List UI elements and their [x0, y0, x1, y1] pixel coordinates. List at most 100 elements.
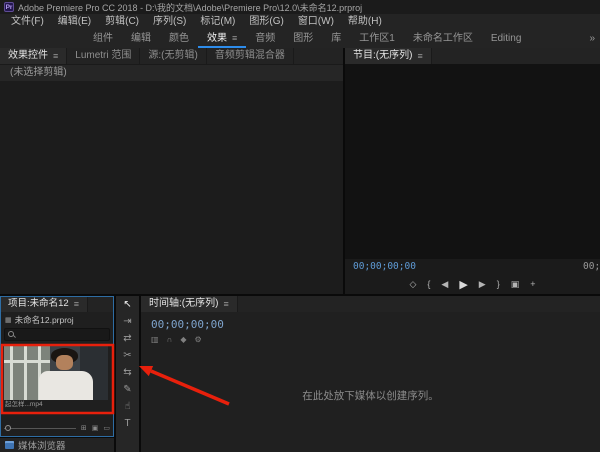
- title-bar: Pr Adobe Premiere Pro CC 2018 - D:\我的文档\…: [0, 0, 600, 14]
- duration-timecode: 00;00;00;00: [583, 261, 600, 272]
- menu-help[interactable]: 帮助(H): [341, 14, 389, 30]
- add-marker-button[interactable]: ◇: [409, 279, 416, 290]
- media-browser-tab[interactable]: 媒体浏览器: [0, 438, 114, 452]
- mark-in-button[interactable]: {: [427, 279, 430, 289]
- premiere-app-window: Pr Adobe Premiere Pro CC 2018 - D:\我的文档\…: [0, 0, 600, 452]
- program-tabstrip: 节目:(无序列) ≡: [345, 48, 600, 64]
- panel-menu-icon[interactable]: ≡: [223, 296, 228, 312]
- new-bin-icon[interactable]: ⊞: [81, 423, 87, 434]
- workspace-menu-icon[interactable]: ≡: [232, 30, 237, 47]
- thumbnail-window-frame: [24, 346, 27, 400]
- timeline-settings-icon[interactable]: ⚙: [194, 335, 201, 344]
- tab-lumetri-scopes[interactable]: Lumetri 范围: [67, 48, 140, 64]
- workspace-edit[interactable]: 编辑: [122, 30, 160, 48]
- track-select-tool-icon[interactable]: ⇥: [123, 316, 131, 328]
- clip-name-caption: 起怎样...mp4: [0, 400, 114, 409]
- project-file-name: 未命名12.prproj: [15, 314, 74, 326]
- ripple-edit-tool-icon[interactable]: ⇄: [123, 333, 131, 345]
- timeline-timecode[interactable]: 00;00;00;00: [141, 312, 600, 331]
- window-title: Adobe Premiere Pro CC 2018 - D:\我的文档\Ado…: [18, 1, 362, 14]
- current-timecode[interactable]: 00;00;00;00: [353, 261, 416, 272]
- program-timecode-row: 00;00;00;00 00;00;00;00: [345, 259, 600, 274]
- razor-tool-icon[interactable]: ✂: [123, 350, 131, 362]
- clip-selector-bar[interactable]: (未选择剪辑): [0, 64, 343, 81]
- step-back-button[interactable]: ◀: [441, 279, 448, 290]
- workspace-graphics[interactable]: 图形: [284, 30, 322, 48]
- workspace-unnamed[interactable]: 未命名工作区: [404, 30, 482, 48]
- panel-menu-icon[interactable]: ≡: [417, 48, 422, 64]
- project-file-row[interactable]: ▦ 未命名12.prproj: [0, 312, 114, 327]
- panel-menu-icon[interactable]: ≡: [53, 48, 58, 64]
- menu-file[interactable]: 文件(F): [4, 14, 51, 30]
- delete-icon[interactable]: ▭: [103, 423, 110, 434]
- workspace-bar: 组件 编辑 颜色 效果 ≡ 音频 图形 库 工作区1 未命名工作区 Editin…: [0, 30, 600, 48]
- media-browser-icon: [5, 441, 14, 449]
- zoom-slider[interactable]: [4, 424, 76, 433]
- tab-timeline-label: 时间轴:(无序列): [149, 296, 218, 312]
- thumbnail-window-frame: [4, 360, 50, 363]
- play-button[interactable]: ▶: [459, 278, 467, 291]
- workspace-custom1[interactable]: 工作区1: [350, 30, 404, 48]
- zoom-slider-track: [4, 428, 76, 429]
- project-bottom-toolbar: ⊞ ▣ ▭: [4, 423, 110, 434]
- effect-controls-tabstrip: 效果控件 ≡ Lumetri 范围 源:(无剪辑) 音频剪辑混合器: [0, 48, 343, 64]
- project-file-icon: ▦: [5, 316, 12, 324]
- workspace-overflow-icon[interactable]: »: [589, 33, 595, 44]
- tab-program-monitor[interactable]: 节目:(无序列) ≡: [345, 48, 432, 64]
- step-forward-button[interactable]: ▶: [479, 279, 486, 290]
- workspace-effects[interactable]: 效果 ≡: [198, 30, 246, 48]
- workspace-editing-en[interactable]: Editing: [482, 30, 531, 48]
- thumbnail-window-frame: [10, 346, 13, 400]
- tools-panel: ↖ ⇥ ⇄ ✂ ⇆ ✎ ☝ T: [116, 296, 139, 452]
- panel-menu-icon[interactable]: ≡: [74, 296, 79, 312]
- hand-tool-icon[interactable]: ☝: [124, 401, 130, 413]
- search-icon: [8, 331, 16, 339]
- workspace-color[interactable]: 颜色: [160, 30, 198, 48]
- program-monitor-panel: 节目:(无序列) ≡ 00;00;00;00 00;00;00;00 ◇ { ◀…: [345, 48, 600, 294]
- export-frame-button[interactable]: ▣: [511, 279, 520, 290]
- project-panel: 项目:未命名12 ≡ ▦ 未命名12.prproj 起怎样...mp4: [0, 296, 114, 437]
- tab-project-label: 项目:未命名12: [8, 296, 69, 312]
- button-editor-button[interactable]: +: [530, 279, 535, 289]
- tab-source-monitor[interactable]: 源:(无剪辑): [140, 48, 206, 64]
- menu-bar: 文件(F) 编辑(E) 剪辑(C) 序列(S) 标记(M) 图形(G) 窗口(W…: [0, 14, 600, 30]
- new-item-icon[interactable]: ▣: [92, 423, 99, 434]
- workspace-assembly[interactable]: 组件: [84, 30, 122, 48]
- slip-tool-icon[interactable]: ⇆: [123, 367, 131, 379]
- transport-controls: ◇ { ◀ ▶ ▶ } ▣ +: [345, 274, 600, 294]
- menu-edit[interactable]: 编辑(E): [51, 14, 98, 30]
- workspace-effects-label: 效果: [207, 30, 227, 47]
- timeline-tabstrip: 时间轴:(无序列) ≡: [141, 296, 600, 312]
- menu-sequence[interactable]: 序列(S): [146, 14, 193, 30]
- tab-timeline[interactable]: 时间轴:(无序列) ≡: [141, 296, 238, 312]
- project-tabstrip: 项目:未命名12 ≡: [0, 296, 114, 312]
- clip-thumbnail[interactable]: [4, 346, 108, 400]
- tab-effect-controls[interactable]: 效果控件 ≡: [0, 48, 67, 64]
- menu-graphics[interactable]: 图形(G): [242, 14, 290, 30]
- thumbnail-person-face: [56, 355, 73, 370]
- zoom-slider-handle[interactable]: [5, 425, 11, 431]
- tab-project[interactable]: 项目:未命名12 ≡: [0, 296, 88, 312]
- menu-window[interactable]: 窗口(W): [291, 14, 341, 30]
- selection-tool-icon[interactable]: ↖: [123, 299, 131, 311]
- nest-toggle-icon[interactable]: ▥: [151, 335, 159, 344]
- add-marker-icon[interactable]: ◆: [180, 335, 186, 344]
- tab-program-label: 节目:(无序列): [353, 48, 412, 64]
- search-input[interactable]: [4, 328, 110, 341]
- thumbnail-person-shirt: [39, 371, 93, 400]
- mark-out-button[interactable]: }: [497, 279, 500, 289]
- media-browser-label: 媒体浏览器: [18, 438, 66, 452]
- program-video-area: [345, 64, 600, 259]
- tab-audio-clip-mixer[interactable]: 音频剪辑混合器: [207, 48, 294, 64]
- tab-effect-controls-label: 效果控件: [8, 48, 48, 64]
- workspace-audio[interactable]: 音频: [246, 30, 284, 48]
- effect-controls-panel: 效果控件 ≡ Lumetri 范围 源:(无剪辑) 音频剪辑混合器 (未选择剪辑…: [0, 48, 343, 294]
- snap-toggle-icon[interactable]: ∩: [167, 335, 173, 344]
- menu-marker[interactable]: 标记(M): [193, 14, 242, 30]
- type-tool-icon[interactable]: T: [124, 418, 130, 430]
- timeline-toolbar: ▥ ∩ ◆ ⚙: [141, 331, 600, 344]
- menu-clip[interactable]: 剪辑(C): [98, 14, 146, 30]
- workspace-library[interactable]: 库: [322, 30, 350, 48]
- pen-tool-icon[interactable]: ✎: [123, 384, 131, 396]
- app-logo-icon: Pr: [4, 2, 14, 12]
